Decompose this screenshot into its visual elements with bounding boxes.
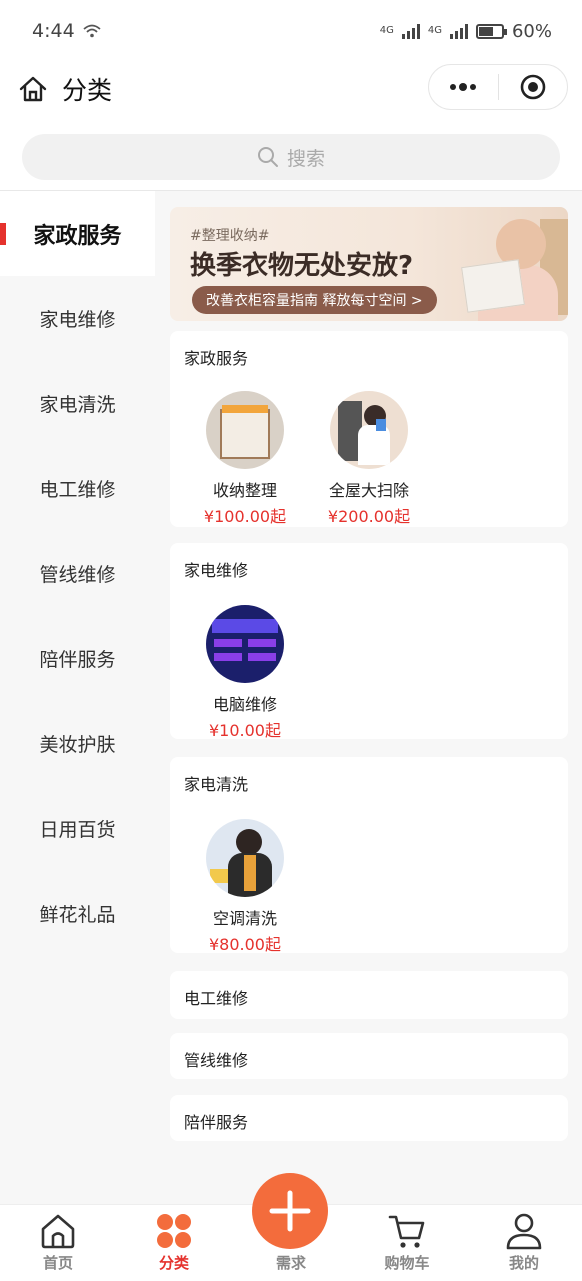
search-icon (257, 147, 278, 167)
tab-cart[interactable]: 购物车 (349, 1205, 465, 1281)
product-price: ¥200.00起 (327, 507, 411, 526)
close-miniprogram-button[interactable] (499, 65, 568, 109)
sidebar-item-label: 陪伴服务 (39, 649, 116, 671)
search-placeholder: 搜索 (286, 147, 325, 170)
status-time: 4:44 (32, 20, 75, 42)
home-icon[interactable] (18, 74, 48, 104)
section-card: 陪伴服务 (170, 1095, 568, 1141)
plus-icon (269, 1190, 311, 1232)
section-card: 家电维修 电脑维修 ¥10.00起 (170, 543, 568, 741)
mini-program-capsule (428, 64, 568, 110)
product-name: 收纳整理 (212, 481, 277, 500)
sidebar-item-label: 美妆护肤 (39, 734, 116, 756)
status-right: 4G 4G 60% (380, 21, 552, 42)
more-button[interactable] (429, 65, 498, 109)
sidebar-item-label: 鲜花礼品 (39, 904, 116, 926)
sidebar-item-label: 管线维修 (39, 564, 116, 586)
tab-label: 首页 (42, 1254, 73, 1272)
more-dots-icon (450, 83, 477, 91)
product-thumb (330, 391, 408, 469)
product-name: 空调清洗 (212, 909, 277, 928)
banner-box-image (461, 259, 525, 313)
tab-home[interactable]: 首页 (0, 1205, 116, 1281)
product-item[interactable]: 电脑维修 ¥10.00起 (190, 605, 300, 741)
tab-label: 我的 (508, 1254, 539, 1272)
section-card: 管线维修 (170, 1033, 568, 1079)
product-item[interactable]: 收纳整理 ¥100.00起 (190, 391, 300, 527)
sidebar-item-label: 家电维修 (39, 309, 116, 331)
product-thumb (206, 605, 284, 683)
tab-mine[interactable]: 我的 (466, 1205, 582, 1281)
product-item[interactable]: 空调清洗 ¥80.00起 (190, 819, 300, 955)
tab-category[interactable]: 分类 (116, 1205, 232, 1281)
battery-percent: 60% (511, 20, 552, 42)
product-item[interactable]: 全屋大扫除 ¥200.00起 (314, 391, 424, 527)
product-thumb (206, 391, 284, 469)
network-type-1: 4G (379, 25, 394, 36)
section-title: 家电清洗 (184, 775, 249, 794)
sidebar-item-companion[interactable]: 陪伴服务 (0, 616, 155, 701)
network-type-2: 4G (427, 25, 442, 36)
product-price: ¥80.00起 (209, 935, 281, 954)
section-card: 家政服务 收纳整理 ¥100.00起 全屋大扫除 ¥200.00起 (170, 331, 568, 527)
signal-icon (449, 23, 468, 39)
sidebar-item-label: 日用百货 (39, 819, 116, 841)
sidebar-item-beauty[interactable]: 美妆护肤 (0, 701, 155, 786)
banner-headline: 换季衣物无处安放? (190, 251, 414, 281)
section-card: 电工维修 (170, 971, 568, 1019)
category-grid-icon (157, 1214, 191, 1248)
section-title: 电工维修 (184, 989, 249, 1008)
wifi-icon (83, 24, 101, 38)
cart-icon (388, 1215, 425, 1248)
sidebar-item-label: 家电清洗 (39, 394, 116, 416)
target-icon (520, 74, 546, 100)
status-bar: 4:44 4G 4G 60% (0, 0, 582, 62)
product-thumb (206, 819, 284, 897)
sidebar-item-daily-goods[interactable]: 日用百货 (0, 786, 155, 871)
promo-banner[interactable]: #整理收纳# 换季衣物无处安放? 改善衣柜容量指南 释放每寸空间 > (170, 207, 568, 321)
nav-bar: 分类 (0, 62, 582, 116)
category-sidebar: 家政服务 家电维修 家电清洗 电工维修 管线维修 陪伴服务 美妆护肤 日用百货 … (0, 191, 155, 1204)
sidebar-item-appliance-cleaning[interactable]: 家电清洗 (0, 361, 155, 446)
status-left: 4:44 (32, 20, 101, 42)
section-title: 陪伴服务 (184, 1113, 249, 1132)
sidebar-item-pipeline[interactable]: 管线维修 (0, 531, 155, 616)
home-icon (41, 1214, 75, 1249)
tab-label: 需求 (275, 1254, 306, 1272)
section-title: 家政服务 (184, 349, 249, 368)
battery-icon (475, 23, 507, 39)
tab-label: 购物车 (384, 1254, 430, 1272)
section-title: 管线维修 (184, 1051, 249, 1070)
sidebar-item-electrician[interactable]: 电工维修 (0, 446, 155, 531)
sidebar-item-appliance-repair[interactable]: 家电维修 (0, 276, 155, 361)
product-price: ¥100.00起 (203, 507, 287, 526)
page-title: 分类 (62, 76, 113, 105)
product-name: 全屋大扫除 (328, 481, 409, 500)
category-content: #整理收纳# 换季衣物无处安放? 改善衣柜容量指南 释放每寸空间 > 家政服务 … (155, 191, 582, 1204)
sidebar-item-label: 电工维修 (39, 479, 116, 501)
sidebar-item-label: 家政服务 (33, 223, 122, 249)
section-card: 家电清洗 空调清洗 ¥80.00起 (170, 757, 568, 955)
search-input[interactable]: 搜索 (22, 134, 560, 180)
sidebar-item-housekeeping[interactable]: 家政服务 (0, 191, 155, 276)
sidebar-item-flowers[interactable]: 鲜花礼品 (0, 871, 155, 956)
banner-tag: #整理收纳# (190, 228, 270, 244)
product-name: 电脑维修 (212, 695, 277, 714)
publish-demand-button[interactable] (252, 1173, 328, 1249)
section-title: 家电维修 (184, 561, 249, 580)
product-price: ¥10.00起 (209, 721, 281, 740)
tab-label: 分类 (158, 1254, 189, 1272)
user-icon (506, 1213, 542, 1250)
signal-icon (401, 23, 420, 39)
banner-cta-button[interactable]: 改善衣柜容量指南 释放每寸空间 > (192, 286, 437, 314)
